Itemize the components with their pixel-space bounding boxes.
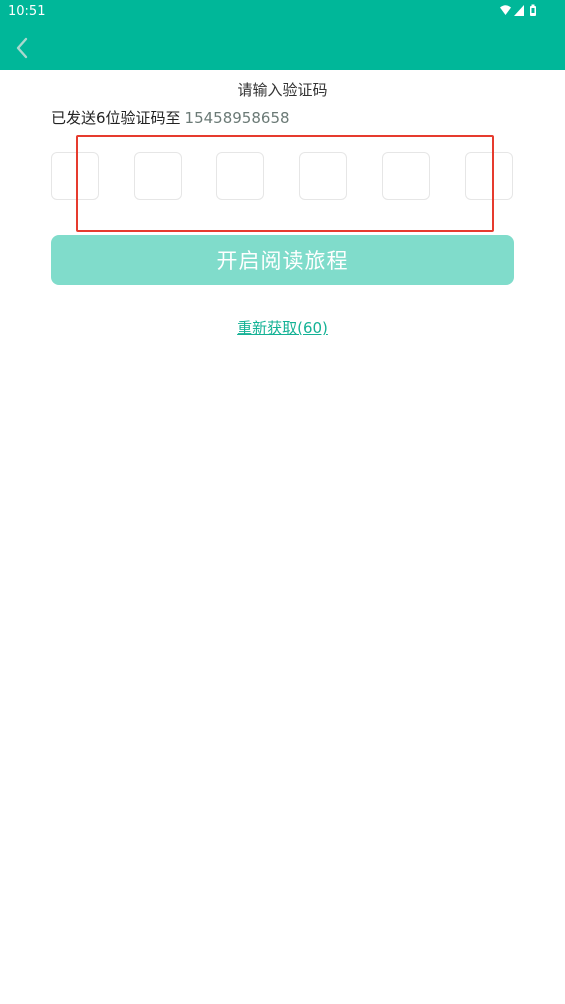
start-reading-button[interactable]: 开启阅读旅程 [51, 235, 514, 285]
code-sent-notice: 已发送6位验证码至 15458958658 [51, 108, 290, 128]
wifi-icon [500, 5, 511, 15]
app-header: 10:51 [0, 0, 565, 70]
resend-code-link[interactable]: 重新获取(60) [237, 319, 328, 337]
highlight-box [76, 135, 494, 232]
page-title: 请输入验证码 [237, 81, 328, 99]
battery-icon [530, 4, 536, 16]
resend-container: 重新获取(60) [0, 318, 565, 338]
phone-number: 15458958658 [184, 109, 290, 127]
back-button[interactable] [6, 32, 38, 64]
status-time: 10:51 [8, 4, 46, 19]
status-icons [500, 4, 536, 16]
signal-icon [514, 5, 524, 16]
chevron-left-icon [16, 37, 28, 59]
code-sent-prefix: 已发送6位验证码至 [51, 109, 181, 127]
